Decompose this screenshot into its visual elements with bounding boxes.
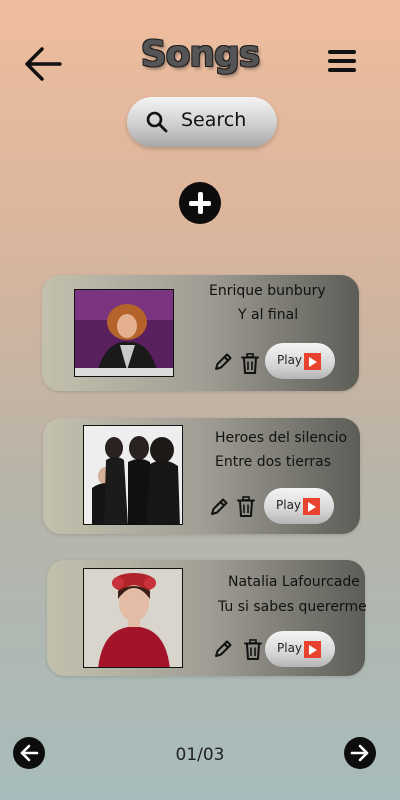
delete-trash-icon[interactable]: [243, 639, 263, 661]
song-title: Entre dos tierras: [215, 454, 332, 470]
search-label: Search: [181, 109, 247, 131]
song-card: Enrique bunbury Y al final Play: [42, 275, 359, 391]
play-label: Play: [277, 641, 303, 655]
search-icon: [146, 111, 168, 133]
play-button[interactable]: Play: [264, 488, 334, 524]
album-thumbnail: [74, 289, 174, 377]
search-button[interactable]: Search: [127, 97, 277, 147]
youtube-play-icon: [303, 498, 320, 515]
youtube-play-icon: [304, 353, 321, 370]
next-page-button[interactable]: [344, 737, 376, 769]
album-thumbnail: [83, 425, 183, 525]
delete-trash-icon[interactable]: [240, 353, 260, 375]
song-card: Natalia Lafourcade Tu si sabes quererme …: [47, 560, 367, 676]
song-card: Heroes del silencio Entre dos tierras Pl…: [43, 418, 360, 534]
play-button[interactable]: Play: [265, 343, 335, 379]
hamburger-menu-icon[interactable]: [328, 50, 360, 76]
arrow-right-icon: [350, 744, 369, 762]
play-button[interactable]: Play: [265, 631, 335, 667]
album-thumbnail: [83, 568, 183, 668]
artist-name: Enrique bunbury: [209, 283, 326, 299]
artist-name: Natalia Lafourcade: [228, 574, 360, 590]
add-song-button[interactable]: [179, 182, 221, 224]
play-label: Play: [277, 353, 303, 367]
edit-pencil-icon[interactable]: [208, 496, 230, 518]
play-label: Play: [276, 498, 302, 512]
song-title: Tu si sabes quererme: [218, 599, 367, 615]
song-title: Y al final: [238, 307, 299, 323]
page-indicator: 01/03: [175, 745, 225, 765]
artist-name: Heroes del silencio: [215, 430, 348, 446]
delete-trash-icon[interactable]: [236, 496, 256, 518]
youtube-play-icon: [304, 641, 321, 658]
edit-pencil-icon[interactable]: [212, 351, 234, 373]
edit-pencil-icon[interactable]: [212, 638, 234, 660]
